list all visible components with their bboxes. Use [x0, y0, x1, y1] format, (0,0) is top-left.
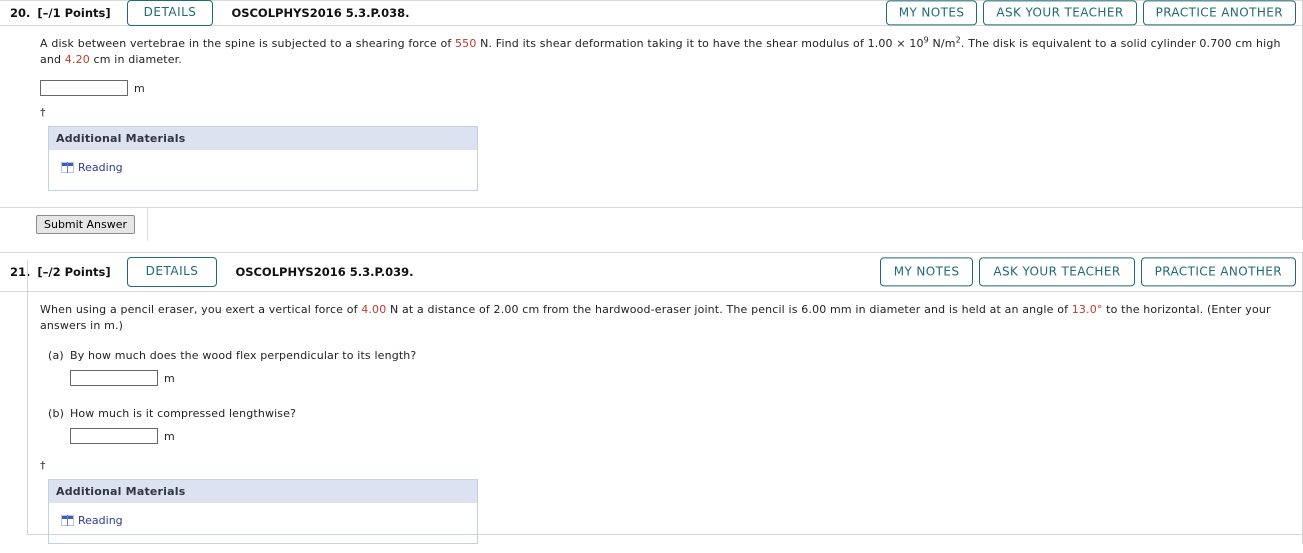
additional-materials-title: Additional Materials	[49, 480, 477, 503]
question-number: 21.	[10, 265, 31, 279]
reading-link-label: Reading	[78, 514, 123, 527]
part-b-label: (b)	[48, 407, 65, 420]
question-bottom-frame	[27, 534, 1303, 536]
part-b-answer-row: m	[0, 428, 1302, 444]
answer-unit: m	[134, 81, 145, 95]
book-icon	[61, 162, 74, 173]
dagger-marker: †	[40, 459, 46, 472]
part-a-prompt: By how much does the wood flex perpendic…	[70, 349, 417, 362]
part-a-prompt-row: (a) By how much does the wood flex perpe…	[0, 348, 1302, 364]
question-points: [–/2 Points]	[37, 265, 111, 279]
submit-answer-button[interactable]: Submit Answer	[36, 214, 136, 235]
details-button[interactable]: DETAILS	[126, 257, 218, 287]
block-gap	[0, 240, 1303, 252]
question-header-20: 20. [–/1 Points] DETAILS OSCOLPHYS2016 5…	[0, 0, 1302, 26]
part-a-answer-input[interactable]	[70, 370, 158, 386]
question-block-20: 20. [–/1 Points] DETAILS OSCOLPHYS2016 5…	[0, 0, 1303, 241]
reading-link-label: Reading	[78, 161, 123, 174]
question-text: When using a pencil eraser, you exert a …	[40, 303, 1271, 332]
part-a-answer-unit: m	[164, 371, 175, 385]
assignment-page: 20. [–/1 Points] DETAILS OSCOLPHYS2016 5…	[0, 0, 1303, 553]
part-a-answer-row: m	[0, 370, 1302, 386]
question-text: A disk between vertebrae in the spine is…	[40, 35, 1281, 66]
additional-materials-body: Reading	[49, 150, 477, 190]
question-number: 20.	[10, 6, 31, 20]
answer-input[interactable]	[40, 80, 128, 96]
question-code: OSCOLPHYS2016 5.3.P.038.	[231, 6, 410, 20]
book-icon	[61, 515, 74, 526]
question-block-21: 21. [–/2 Points] DETAILS OSCOLPHYS2016 5…	[0, 252, 1303, 544]
additional-materials-title: Additional Materials	[49, 127, 477, 150]
practice-another-button[interactable]: PRACTICE ANOTHER	[1142, 0, 1296, 26]
question-header-21: 21. [–/2 Points] DETAILS OSCOLPHYS2016 5…	[0, 252, 1302, 292]
answer-row: m	[0, 80, 1302, 96]
reading-link[interactable]: Reading	[61, 161, 123, 174]
practice-another-button[interactable]: PRACTICE ANOTHER	[1140, 257, 1296, 287]
header-actions: MY NOTES ASK YOUR TEACHER PRACTICE ANOTH…	[879, 257, 1296, 287]
my-notes-button[interactable]: MY NOTES	[879, 257, 974, 287]
submit-area: Submit Answer	[0, 207, 1302, 241]
part-b-answer-input[interactable]	[70, 428, 158, 444]
header-actions: MY NOTES ASK YOUR TEACHER PRACTICE ANOTH…	[885, 0, 1296, 26]
my-notes-button[interactable]: MY NOTES	[885, 0, 978, 26]
part-b-answer-unit: m	[164, 429, 175, 443]
additional-materials-panel: Additional Materials Reading	[48, 126, 478, 191]
ask-your-teacher-button[interactable]: ASK YOUR TEACHER	[983, 0, 1137, 26]
submit-cell: Submit Answer	[0, 208, 149, 241]
part-b-prompt-row: (b) How much is it compressed lengthwise…	[0, 406, 1302, 422]
question-code: OSCOLPHYS2016 5.3.P.039.	[235, 265, 414, 279]
question-points: [–/1 Points]	[37, 6, 111, 20]
part-b-prompt: How much is it compressed lengthwise?	[70, 407, 297, 420]
details-button[interactable]: DETAILS	[126, 0, 214, 26]
submit-filler	[148, 208, 1302, 241]
additional-materials-body: Reading	[49, 503, 477, 543]
part-a-label: (a)	[48, 349, 64, 362]
reading-link[interactable]: Reading	[61, 514, 123, 527]
question-body-21: When using a pencil eraser, you exert a …	[0, 292, 1302, 544]
question-body-20: A disk between vertebrae in the spine is…	[0, 26, 1302, 241]
dagger-marker: †	[40, 106, 46, 119]
question-left-rail	[27, 260, 28, 535]
ask-your-teacher-button[interactable]: ASK YOUR TEACHER	[979, 257, 1135, 287]
